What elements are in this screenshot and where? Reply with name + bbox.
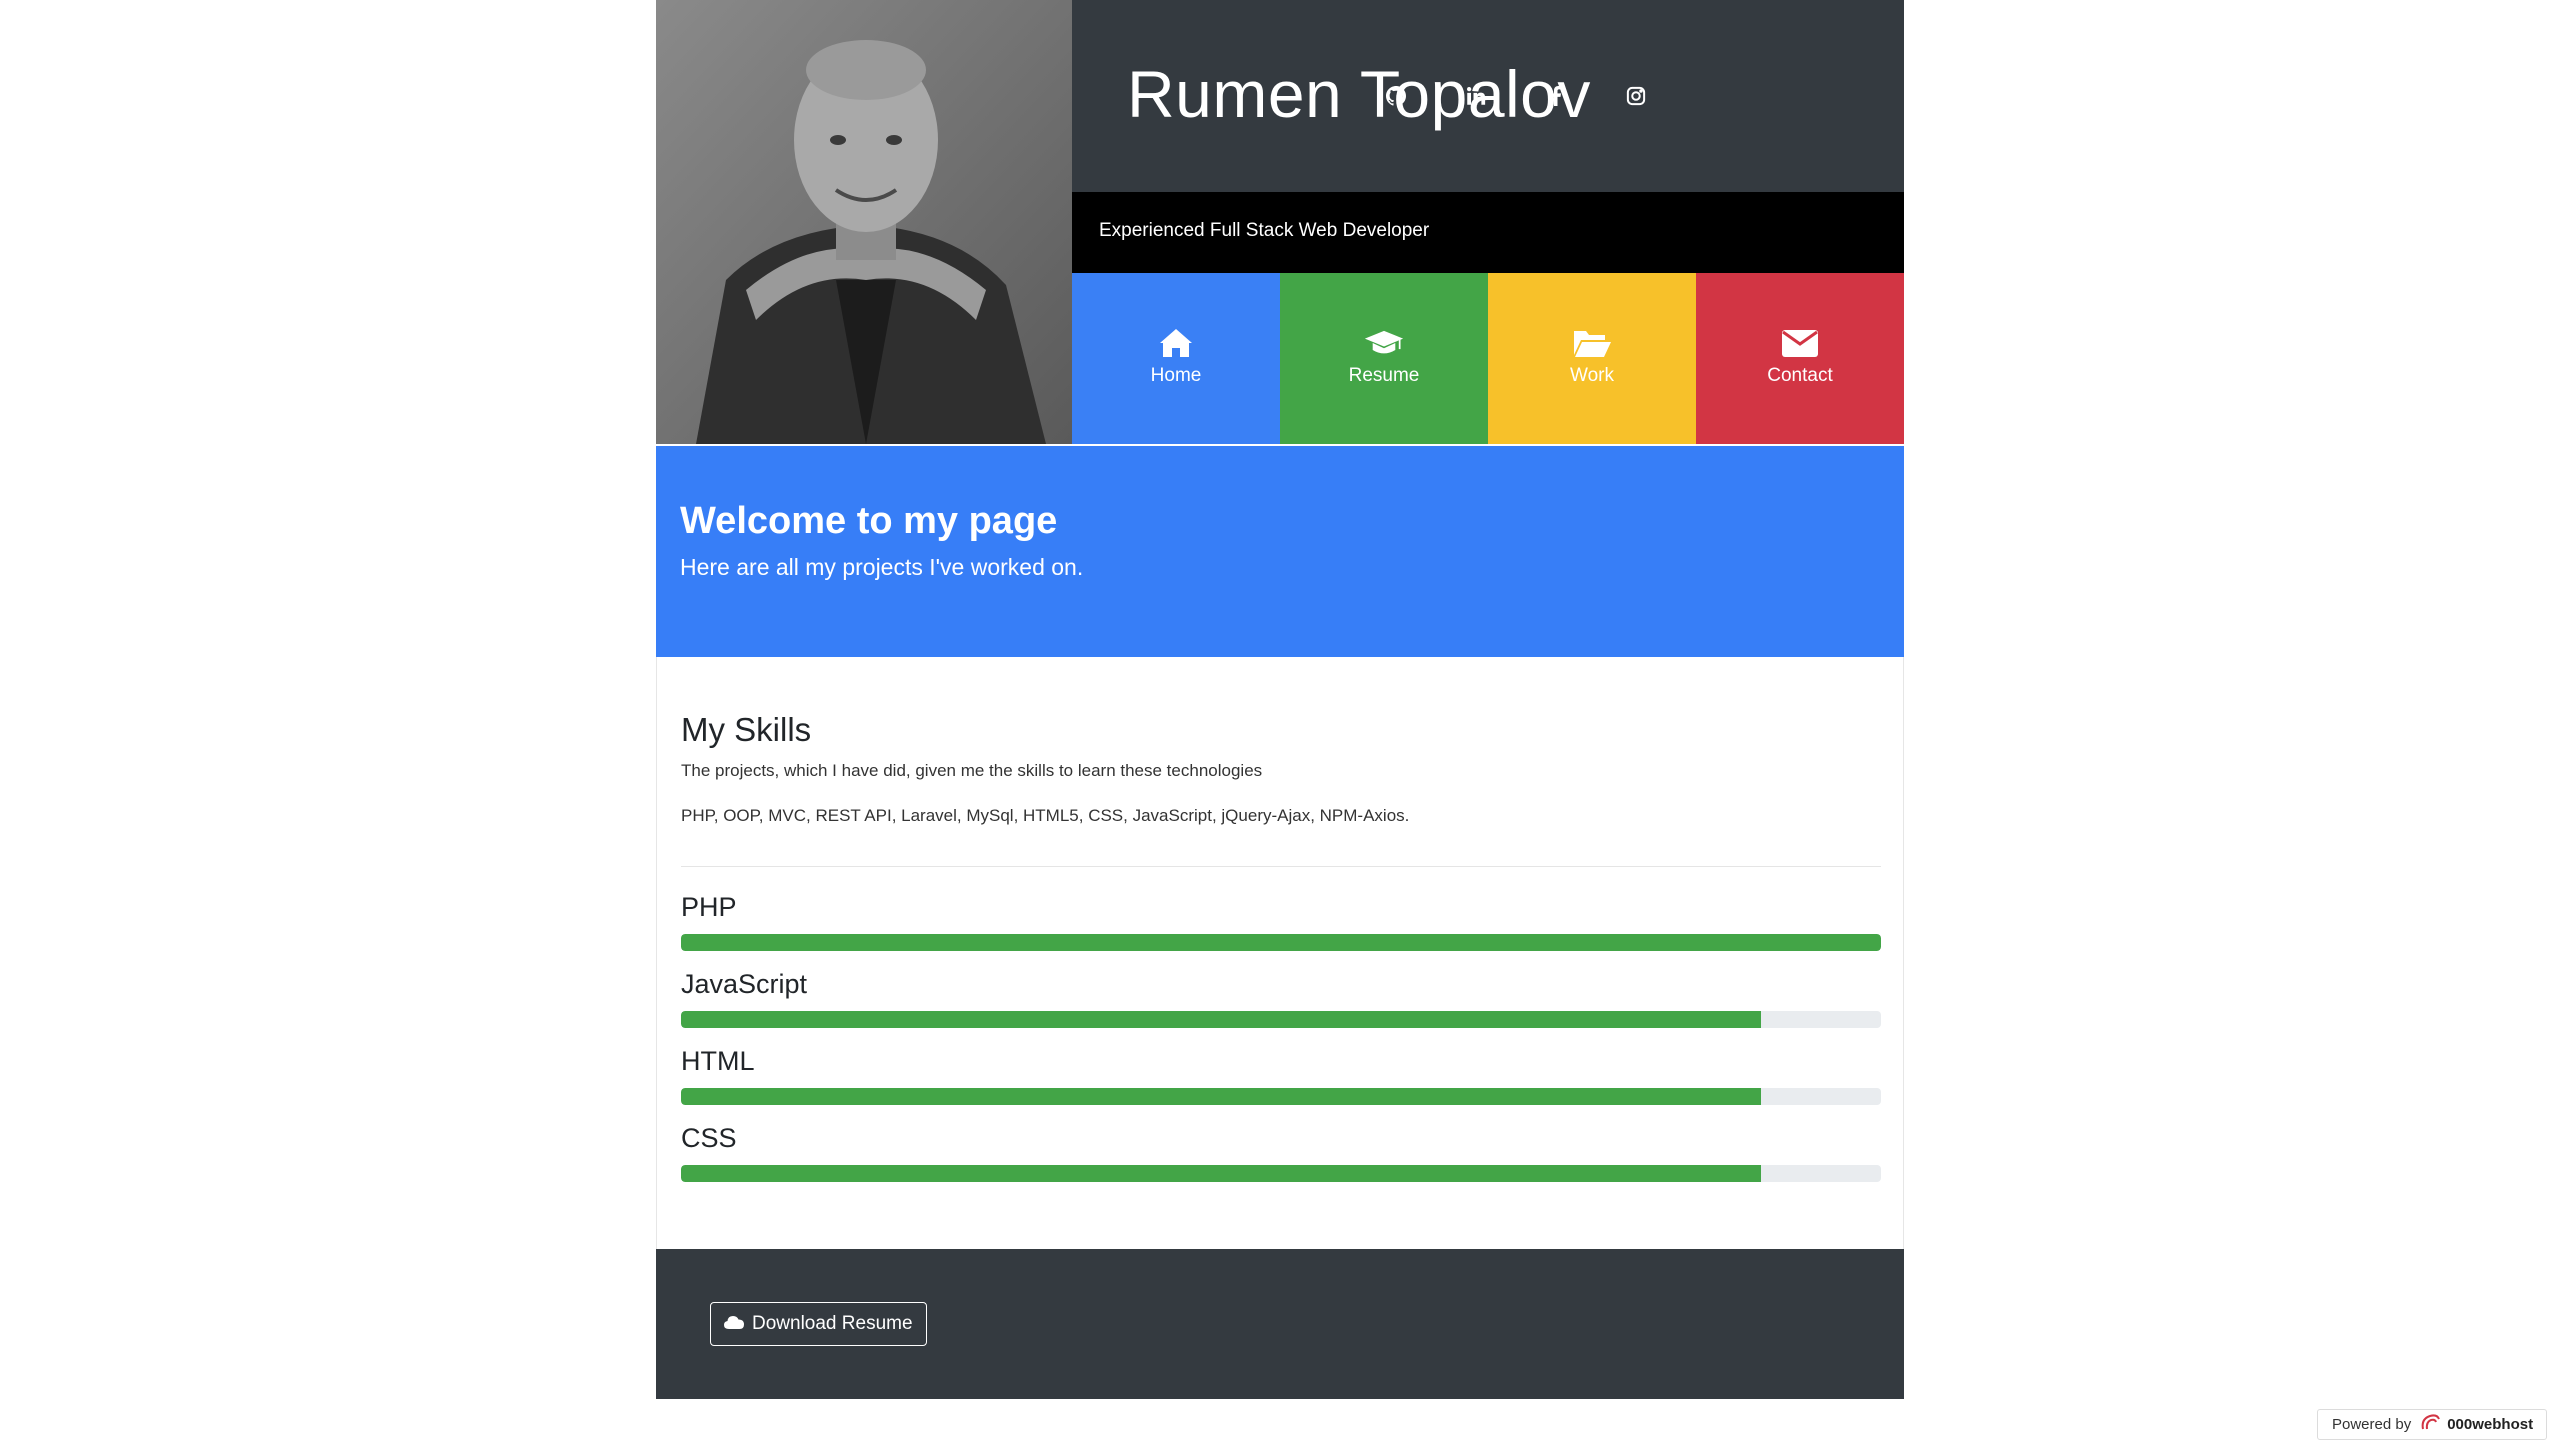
main-nav: Home Resume Work Contact xyxy=(1072,273,1904,444)
skills-subtitle: The projects, which I have did, given me… xyxy=(681,761,1263,780)
cloud-icon xyxy=(724,1313,744,1335)
progress-bar xyxy=(681,1165,1881,1182)
envelope-icon xyxy=(1780,325,1820,361)
powered-brand: 000webhost xyxy=(2447,1416,2534,1433)
nav-work-label: Work xyxy=(1570,364,1614,386)
footer: Download Resume xyxy=(656,1249,1904,1399)
github-icon[interactable] xyxy=(1380,80,1412,112)
nav-home[interactable]: Home xyxy=(1072,273,1280,444)
linkedin-icon[interactable] xyxy=(1460,80,1492,112)
webhost-logo-icon xyxy=(2419,1413,2441,1436)
progress-fill xyxy=(681,1088,1761,1105)
title-bar: Rumen Topalov xyxy=(1072,0,1904,192)
powered-by-badge[interactable]: Powered by 000webhost xyxy=(2317,1409,2547,1440)
profile-photo xyxy=(656,0,1072,444)
skill-name: CSS xyxy=(681,1123,737,1153)
instagram-icon[interactable] xyxy=(1620,80,1652,112)
skill-html: HTML xyxy=(681,1046,1881,1106)
tagline-bar: Experienced Full Stack Web Developer xyxy=(1072,192,1904,273)
skill-name: PHP xyxy=(681,892,737,922)
nav-resume[interactable]: Resume xyxy=(1280,273,1488,444)
progress-fill xyxy=(681,934,1881,951)
download-resume-button[interactable]: Download Resume xyxy=(710,1302,927,1346)
powered-prefix: Powered by xyxy=(2332,1416,2412,1433)
skill-php: PHP xyxy=(681,892,1881,952)
home-icon xyxy=(1156,325,1196,361)
progress-fill xyxy=(681,1011,1761,1028)
skill-name: HTML xyxy=(681,1046,755,1076)
progress-bar xyxy=(681,1088,1881,1105)
skills-title: My Skills xyxy=(681,711,812,748)
progress-bar xyxy=(681,1011,1881,1028)
nav-home-label: Home xyxy=(1150,364,1202,386)
skill-javascript: JavaScript xyxy=(681,969,1881,1029)
graduation-cap-icon xyxy=(1364,325,1404,361)
divider xyxy=(681,866,1881,867)
facebook-icon[interactable] xyxy=(1540,80,1572,112)
header: Rumen Topalov Experienced Full Stack Web… xyxy=(656,0,1904,444)
progress-bar xyxy=(681,934,1881,951)
nav-work[interactable]: Work xyxy=(1488,273,1696,444)
nav-contact[interactable]: Contact xyxy=(1696,273,1904,444)
download-resume-label: Download Resume xyxy=(752,1313,913,1334)
welcome-banner: Welcome to my page Here are all my proje… xyxy=(656,446,1904,657)
nav-resume-label: Resume xyxy=(1348,364,1420,386)
welcome-title: Welcome to my page xyxy=(680,500,1058,542)
page: Rumen Topalov Experienced Full Stack Web… xyxy=(656,0,1904,1399)
folder-open-icon xyxy=(1572,325,1612,361)
progress-fill xyxy=(681,1165,1761,1182)
profile-name: Rumen Topalov xyxy=(1127,57,1591,131)
skill-css: CSS xyxy=(681,1123,1881,1183)
skill-name: JavaScript xyxy=(681,969,808,999)
nav-contact-label: Contact xyxy=(1767,364,1833,386)
tagline: Experienced Full Stack Web Developer xyxy=(1099,220,1430,241)
welcome-subtitle: Here are all my projects I've worked on. xyxy=(680,554,1084,580)
skills-section: My Skills The projects, which I have did… xyxy=(656,657,1904,1249)
skills-technologies: PHP, OOP, MVC, REST API, Laravel, MySql,… xyxy=(681,806,1410,825)
